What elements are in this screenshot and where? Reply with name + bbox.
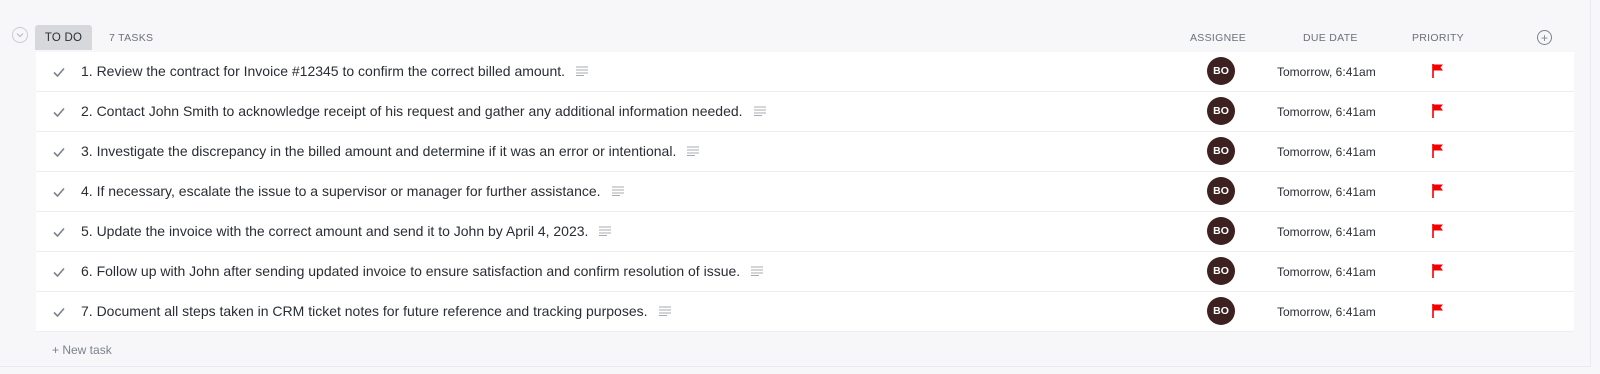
task-title-text[interactable]: 3. Investigate the discrepancy in the bi… — [81, 143, 676, 159]
avatar[interactable]: BO — [1207, 97, 1235, 125]
description-icon — [599, 226, 612, 236]
new-task-button[interactable]: + New task — [52, 343, 112, 357]
task-list-panel: TO DO 7 TASKS ASSIGNEE DUE DATE PRIORITY… — [0, 0, 1591, 367]
avatar[interactable]: BO — [1207, 217, 1235, 245]
due-date[interactable]: Tomorrow, 6:41am — [1277, 185, 1376, 199]
collapse-group-button[interactable] — [12, 27, 28, 43]
due-date[interactable]: Tomorrow, 6:41am — [1277, 145, 1376, 159]
description-icon — [687, 146, 700, 156]
description-icon — [658, 306, 671, 316]
task-row[interactable]: 1. Review the contract for Invoice #1234… — [36, 52, 1574, 92]
column-header-priority[interactable]: PRIORITY — [1412, 32, 1464, 44]
due-date[interactable]: Tomorrow, 6:41am — [1277, 265, 1376, 279]
description-icon — [751, 266, 764, 276]
task-title[interactable]: 7. Document all steps taken in CRM ticke… — [81, 303, 671, 319]
priority-flag-icon[interactable] — [1431, 143, 1445, 159]
task-title-text[interactable]: 6. Follow up with John after sending upd… — [81, 263, 740, 279]
checkmark-icon[interactable] — [52, 65, 66, 79]
task-row[interactable]: 7. Document all steps taken in CRM ticke… — [36, 292, 1574, 332]
task-row[interactable]: 4. If necessary, escalate the issue to a… — [36, 172, 1574, 212]
priority-flag-icon[interactable] — [1431, 183, 1445, 199]
priority-flag-icon[interactable] — [1431, 303, 1445, 319]
description-icon — [611, 186, 624, 196]
task-title-text[interactable]: 4. If necessary, escalate the issue to a… — [81, 183, 601, 199]
task-title-text[interactable]: 5. Update the invoice with the correct a… — [81, 223, 588, 239]
priority-flag-icon[interactable] — [1431, 103, 1445, 119]
task-title[interactable]: 2. Contact John Smith to acknowledge rec… — [81, 103, 766, 119]
task-title[interactable]: 6. Follow up with John after sending upd… — [81, 263, 764, 279]
checkmark-icon[interactable] — [52, 185, 66, 199]
checkmark-icon[interactable] — [52, 145, 66, 159]
add-column-button[interactable]: + — [1537, 30, 1552, 45]
due-date[interactable]: Tomorrow, 6:41am — [1277, 65, 1376, 79]
avatar[interactable]: BO — [1207, 297, 1235, 325]
column-header-due-date[interactable]: DUE DATE — [1303, 32, 1358, 44]
checkmark-icon[interactable] — [52, 265, 66, 279]
task-title-text[interactable]: 2. Contact John Smith to acknowledge rec… — [81, 103, 743, 119]
chevron-down-icon — [16, 33, 24, 38]
checkmark-icon[interactable] — [52, 305, 66, 319]
priority-flag-icon[interactable] — [1431, 223, 1445, 239]
task-row[interactable]: 5. Update the invoice with the correct a… — [36, 212, 1574, 252]
avatar[interactable]: BO — [1207, 137, 1235, 165]
avatar[interactable]: BO — [1207, 57, 1235, 85]
task-rows: 1. Review the contract for Invoice #1234… — [36, 52, 1574, 332]
priority-flag-icon[interactable] — [1431, 263, 1445, 279]
avatar[interactable]: BO — [1207, 257, 1235, 285]
checkmark-icon[interactable] — [52, 225, 66, 239]
due-date[interactable]: Tomorrow, 6:41am — [1277, 225, 1376, 239]
task-title[interactable]: 1. Review the contract for Invoice #1234… — [81, 63, 589, 79]
avatar[interactable]: BO — [1207, 177, 1235, 205]
checkmark-icon[interactable] — [52, 105, 66, 119]
due-date[interactable]: Tomorrow, 6:41am — [1277, 305, 1376, 319]
task-row[interactable]: 2. Contact John Smith to acknowledge rec… — [36, 92, 1574, 132]
priority-flag-icon[interactable] — [1431, 63, 1445, 79]
description-icon — [576, 66, 589, 76]
task-title[interactable]: 4. If necessary, escalate the issue to a… — [81, 183, 624, 199]
column-header-assignee[interactable]: ASSIGNEE — [1190, 32, 1246, 44]
task-title-text[interactable]: 7. Document all steps taken in CRM ticke… — [81, 303, 648, 319]
task-row[interactable]: 6. Follow up with John after sending upd… — [36, 252, 1574, 292]
task-title-text[interactable]: 1. Review the contract for Invoice #1234… — [81, 63, 565, 79]
task-row[interactable]: 3. Investigate the discrepancy in the bi… — [36, 132, 1574, 172]
description-icon — [753, 106, 766, 116]
group-header: TO DO 7 TASKS ASSIGNEE DUE DATE PRIORITY… — [0, 24, 1590, 52]
due-date[interactable]: Tomorrow, 6:41am — [1277, 105, 1376, 119]
task-count: 7 TASKS — [109, 32, 154, 44]
status-badge[interactable]: TO DO — [35, 25, 92, 50]
plus-icon: + — [1540, 30, 1548, 45]
task-title[interactable]: 5. Update the invoice with the correct a… — [81, 223, 612, 239]
task-title[interactable]: 3. Investigate the discrepancy in the bi… — [81, 143, 700, 159]
